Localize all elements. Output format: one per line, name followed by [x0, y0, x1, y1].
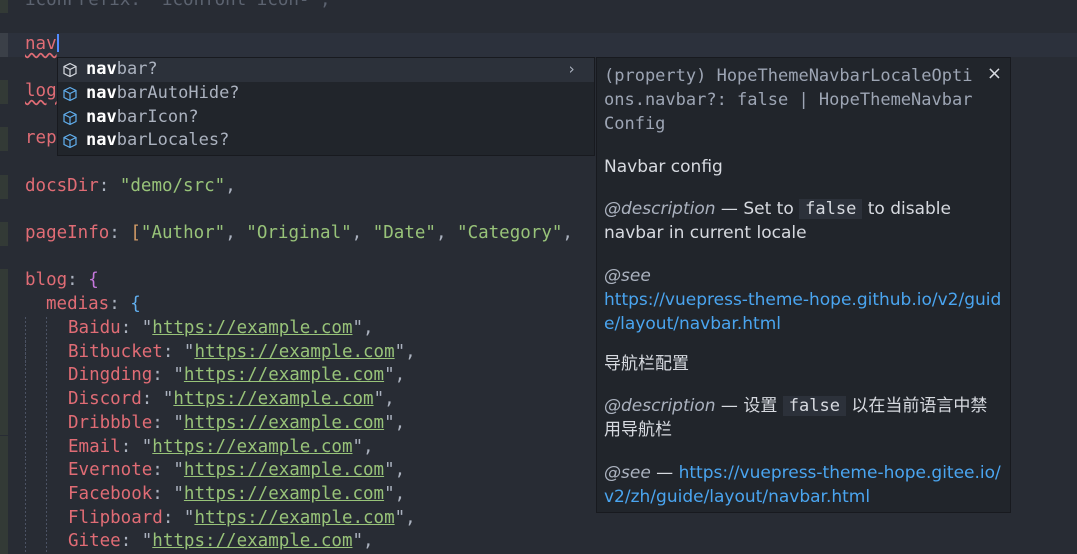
media-entry-line: Gitee: "https://example.com", — [0, 530, 1077, 554]
suggestion-details-panel: (property) HopeThemeNavbarLocaleOptions.… — [596, 57, 1011, 513]
media-url[interactable]: https://example.com — [152, 531, 352, 551]
media-url[interactable]: https://example.com — [152, 437, 352, 457]
suggestion-item-navbarautohide[interactable]: navbarAutoHide? — [58, 82, 594, 106]
media-url[interactable]: https://example.com — [173, 389, 373, 409]
code-string: "Date" — [372, 223, 436, 243]
doc-summary: Navbar config — [604, 157, 723, 177]
media-url[interactable]: https://example.com — [194, 342, 394, 362]
media-url[interactable]: https://example.com — [152, 318, 352, 338]
doc-text: — — [650, 463, 679, 483]
code-text: iconPrefix: "iconfont icon-", — [25, 0, 331, 10]
suggestion-match: nav — [86, 106, 117, 127]
doc-see: @see https://vuepress-theme-hope.github.i… — [604, 264, 1004, 336]
media-url[interactable]: https://example.com — [184, 413, 384, 433]
property-cube-icon — [63, 133, 77, 149]
chevron-right-icon[interactable]: › — [567, 58, 576, 82]
code-key: log — [25, 81, 57, 101]
doc-text: — 设置 — [715, 396, 783, 416]
media-key: Baidu — [68, 318, 121, 338]
code-line-current[interactable]: nav — [0, 33, 1077, 57]
code-key: medias — [46, 294, 110, 314]
media-key: Email — [68, 436, 121, 457]
media-key: Discord — [68, 389, 142, 410]
doc-description: @description — Set to false to disable n… — [604, 197, 1004, 245]
text-cursor — [56, 34, 59, 52]
property-cube-icon — [63, 62, 77, 78]
doc-summary-zh: 导航栏配置 — [604, 354, 689, 374]
media-key: Gitee — [68, 531, 121, 552]
jsdoc-tag: @see — [604, 463, 651, 483]
suggestion-item-navbaricon[interactable]: navbarIcon? — [58, 106, 594, 130]
suggestion-label: barAutoHide? — [116, 83, 240, 103]
inline-code: false — [782, 396, 846, 416]
suggestion-label: barIcon? — [116, 106, 199, 127]
suggestion-label: bar? — [116, 59, 158, 79]
doc-link[interactable]: https://vuepress-theme-hope.github.io/v2… — [604, 290, 1001, 334]
code-key: blog — [25, 270, 68, 290]
jsdoc-tag: @see — [604, 266, 651, 286]
suggestion-match: nav — [86, 59, 117, 79]
code-string: "Author" — [140, 223, 226, 243]
media-url[interactable]: https://example.com — [184, 484, 384, 504]
code-string: "Original" — [246, 223, 352, 243]
suggestion-item-navbar[interactable]: navbar? › — [58, 58, 594, 82]
code-string: "Category" — [457, 223, 563, 243]
media-key: Bitbucket — [68, 341, 163, 362]
code-key: docsDir — [25, 176, 99, 196]
media-key: Dribbble — [68, 412, 153, 433]
media-key: Evernote — [68, 460, 153, 481]
property-cube-icon — [63, 86, 77, 102]
media-key: Dingding — [68, 365, 153, 386]
media-key: Flipboard — [68, 507, 163, 528]
typed-key: nav — [25, 34, 57, 54]
type-signature: (property) HopeThemeNavbarLocaleOptions.… — [604, 66, 973, 134]
suggestion-item-navbarlocales[interactable]: navbarLocales? — [58, 129, 594, 153]
code-key: pageInfo — [25, 223, 110, 243]
close-icon[interactable]: × — [987, 63, 1002, 84]
media-url[interactable]: https://example.com — [184, 460, 384, 480]
autocomplete-list[interactable]: navbar? › navbarAutoHide? navbarIcon? na… — [57, 57, 595, 156]
media-key: Facebook — [68, 483, 153, 504]
suggestion-label: barLocales? — [116, 130, 230, 150]
media-url[interactable]: https://example.com — [194, 508, 394, 528]
doc-see-zh: @see — https://vuepress-theme-hope.gitee… — [604, 461, 1004, 509]
code-key: rep — [25, 128, 57, 148]
media-url[interactable]: https://example.com — [184, 365, 384, 385]
property-cube-icon — [63, 110, 77, 125]
doc-description-zh: @description — 设置 false 以在当前语言中禁用导航栏 — [604, 394, 1004, 442]
inline-code: false — [799, 199, 863, 219]
jsdoc-tag: @description — [604, 396, 716, 416]
doc-text: — Set to — [715, 199, 800, 219]
code-string: "demo/src" — [119, 176, 226, 196]
suggestion-match: nav — [86, 130, 117, 150]
jsdoc-tag: @description — [604, 199, 716, 219]
suggestion-match: nav — [86, 83, 117, 103]
code-line: iconPrefix: "iconfont icon-", — [0, 0, 1077, 13]
